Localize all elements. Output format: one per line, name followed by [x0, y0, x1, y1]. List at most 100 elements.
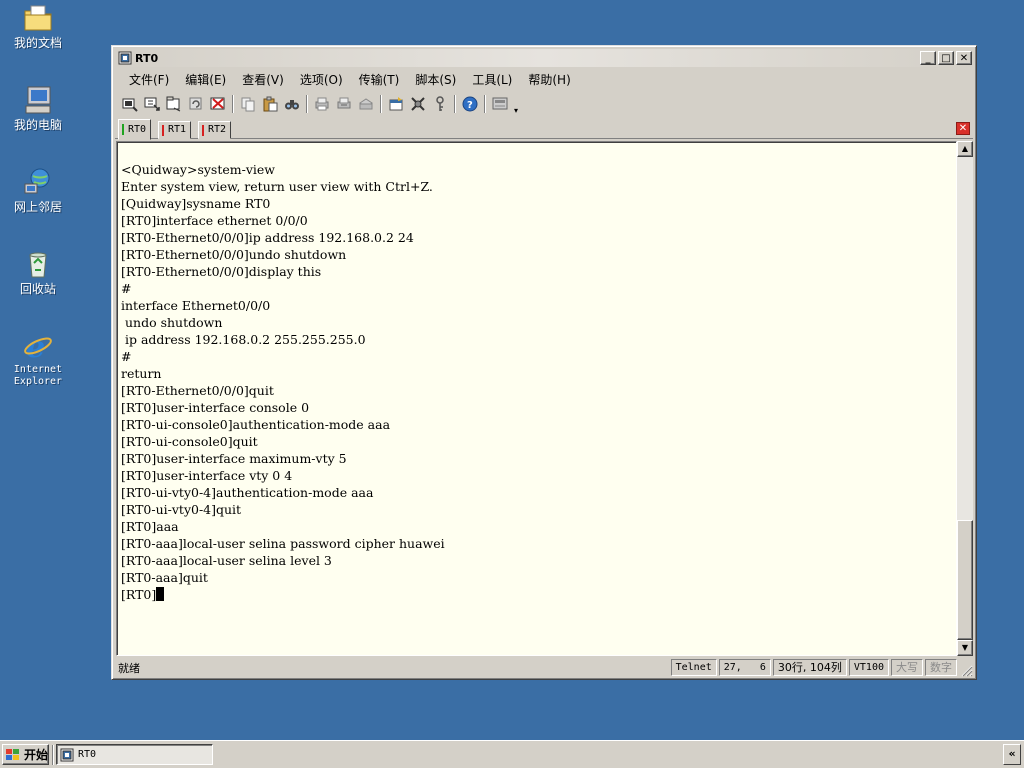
network-places-icon: [24, 168, 50, 194]
terminal-line: [RT0-aaa]quit: [121, 570, 208, 585]
taskbar-separator: [52, 745, 54, 765]
menu-view[interactable]: 查看(V): [236, 69, 290, 90]
toolbar-separator: [380, 95, 382, 113]
terminal-line: [RT0]interface ethernet 0/0/0: [121, 213, 308, 228]
taskbar-button-label: RT0: [78, 749, 97, 760]
print-icon: [315, 97, 329, 111]
print-button[interactable]: [311, 93, 333, 115]
terminal-line: [RT0-Ethernet0/0/0]display this: [121, 264, 322, 279]
my-computer-icon: [25, 86, 51, 114]
tab-rt0[interactable]: RT0: [118, 119, 152, 140]
terminal-line: [RT0]user-interface console 0: [121, 400, 310, 415]
terminal-line: <Quidway>system-view: [121, 162, 276, 177]
toolbar-overflow-button[interactable]: ▾: [511, 93, 521, 115]
menu-script[interactable]: 脚本(S): [409, 69, 462, 90]
terminal-line: [RT0]user-interface maximum-vty 5: [121, 451, 347, 466]
resize-grip-icon[interactable]: [959, 663, 973, 677]
chevron-left-icon: «: [1008, 747, 1016, 760]
session-options-button[interactable]: [385, 93, 407, 115]
reconnect-button[interactable]: [185, 93, 207, 115]
disconnected-marker: [202, 124, 204, 136]
terminal-line: return: [121, 366, 162, 381]
global-options-button[interactable]: [407, 93, 429, 115]
maximize-icon: □: [941, 52, 951, 64]
tab-rt1[interactable]: RT1: [158, 121, 192, 139]
terminal-line: undo shutdown: [121, 315, 223, 330]
desktop-icon-my-computer[interactable]: 我的电脑: [0, 84, 76, 132]
desktop-icon-network-places[interactable]: 网上邻居: [0, 166, 76, 214]
terminal-line: [RT0-aaa]local-user selina password ciph…: [121, 536, 445, 551]
terminal-prompt: [RT0]: [121, 587, 157, 602]
title-bar[interactable]: RT0 _ □ ✕: [115, 49, 973, 67]
help-icon: ?: [462, 96, 478, 112]
status-protocol: Telnet: [670, 659, 717, 676]
maximize-button[interactable]: □: [938, 51, 954, 65]
menu-help[interactable]: 帮助(H): [522, 69, 576, 90]
terminal-line: [Quidway]sysname RT0: [121, 196, 271, 211]
terminal-screen[interactable]: <Quidway>system-view Enter system view, r…: [116, 141, 957, 656]
connect-icon: [122, 98, 138, 112]
status-terminal-size: 30行, 104列: [772, 659, 847, 676]
keymap-icon: [436, 96, 444, 111]
menu-transfer[interactable]: 传输(T): [353, 69, 406, 90]
chevron-down-icon: ▾: [513, 106, 518, 115]
global-options-icon: [411, 97, 425, 111]
tab-rt2[interactable]: RT2: [198, 121, 232, 139]
show-hidden-icons-button[interactable]: «: [1003, 744, 1021, 765]
connect-in-tab-button[interactable]: [163, 93, 185, 115]
taskbar: 开始 RT0 «: [0, 740, 1024, 768]
internet-explorer-icon: e: [24, 330, 52, 362]
desktop-icon-label: 我的文档: [13, 36, 62, 50]
desktop-icon-recycle-bin[interactable]: 回收站: [0, 248, 76, 296]
desktop-icon-label: 我的电脑: [13, 118, 62, 132]
minimize-icon: _: [925, 52, 931, 64]
close-icon: ✕: [959, 52, 969, 64]
toolbar-separator: [232, 95, 234, 113]
paste-button[interactable]: [259, 93, 281, 115]
status-caps-lock: 大写: [891, 659, 923, 676]
scroll-thumb[interactable]: [957, 520, 973, 640]
close-icon: ✕: [958, 123, 968, 134]
connect-button[interactable]: [119, 93, 141, 115]
desktop-icon-label: 网上邻居: [13, 200, 62, 214]
quick-connect-button[interactable]: [141, 93, 163, 115]
minimize-button[interactable]: _: [920, 51, 936, 65]
find-button[interactable]: [281, 93, 303, 115]
desktop-icon-my-documents[interactable]: 我的文档: [0, 2, 76, 50]
terminal-window: RT0 _ □ ✕ 文件(F) 编辑(E) 查看(V) 选项(O) 传输(T) …: [111, 45, 977, 680]
scroll-down-button[interactable]: ▼: [957, 640, 973, 656]
terminal-line: ip address 192.168.0.2 255.255.255.0: [121, 332, 366, 347]
terminal-line: [RT0-Ethernet0/0/0]quit: [121, 383, 274, 398]
copy-icon: [241, 97, 255, 112]
terminal-line: interface Ethernet0/0/0: [121, 298, 271, 313]
start-button[interactable]: 开始: [2, 744, 49, 765]
taskbar-button-rt0[interactable]: RT0: [56, 744, 213, 765]
desktop-icon-internet-explorer[interactable]: e Internet Explorer: [0, 330, 76, 388]
menu-bar: 文件(F) 编辑(E) 查看(V) 选项(O) 传输(T) 脚本(S) 工具(L…: [115, 68, 973, 90]
copy-button[interactable]: [237, 93, 259, 115]
disconnect-button[interactable]: [207, 93, 229, 115]
menu-options[interactable]: 选项(O): [294, 69, 349, 90]
terminal-line: [RT0-Ethernet0/0/0]ip address 192.168.0.…: [121, 230, 414, 245]
find-icon: [285, 100, 299, 110]
windows-logo-icon: [6, 748, 19, 760]
keymap-button[interactable]: [429, 93, 451, 115]
menu-edit[interactable]: 编辑(E): [179, 69, 232, 90]
sftp-button[interactable]: [489, 93, 511, 115]
status-bar: 就绪 Telnet 27, 6 30行, 104列 VT100 大写 数字: [115, 658, 973, 677]
status-num-lock: 数字: [925, 659, 957, 676]
vertical-scrollbar[interactable]: ▲ ▼: [957, 141, 973, 656]
print-selection-button[interactable]: [355, 93, 377, 115]
quick-connect-icon: [144, 97, 160, 111]
help-button[interactable]: ?: [459, 93, 481, 115]
menu-file[interactable]: 文件(F): [123, 69, 175, 90]
print-setup-button[interactable]: [333, 93, 355, 115]
close-tab-button[interactable]: ✕: [956, 122, 970, 135]
close-button[interactable]: ✕: [956, 51, 972, 65]
terminal-line: Enter system view, return user view with…: [121, 179, 433, 194]
terminal-line: [RT0-ui-vty0-4]quit: [121, 502, 242, 517]
menu-tools[interactable]: 工具(L): [466, 69, 518, 90]
sftp-icon: [492, 97, 508, 110]
scroll-up-button[interactable]: ▲: [957, 141, 973, 157]
terminal-line: [RT0-ui-vty0-4]authentication-mode aaa: [121, 485, 374, 500]
